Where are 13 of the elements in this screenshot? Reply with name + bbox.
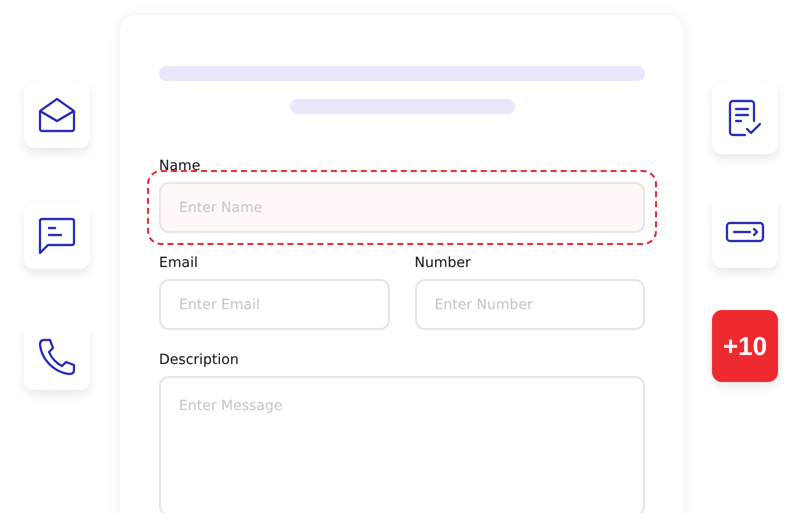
input-field[interactable]: Enter Email	[159, 279, 390, 330]
chat-bubble-icon	[38, 217, 76, 255]
phone-icon	[38, 338, 76, 376]
input-field[interactable]: Enter Name	[159, 182, 645, 233]
document-check-icon	[728, 99, 762, 137]
field-label: Number	[414, 255, 472, 271]
field-label: Description	[159, 352, 240, 368]
input-field[interactable]: Enter Number	[414, 279, 645, 330]
field-label: Name	[159, 158, 202, 174]
envelope-icon	[38, 97, 76, 133]
field-label: Email	[159, 255, 199, 271]
message-field[interactable]: Enter Message	[159, 376, 645, 513]
count-badge: +10	[712, 310, 778, 382]
